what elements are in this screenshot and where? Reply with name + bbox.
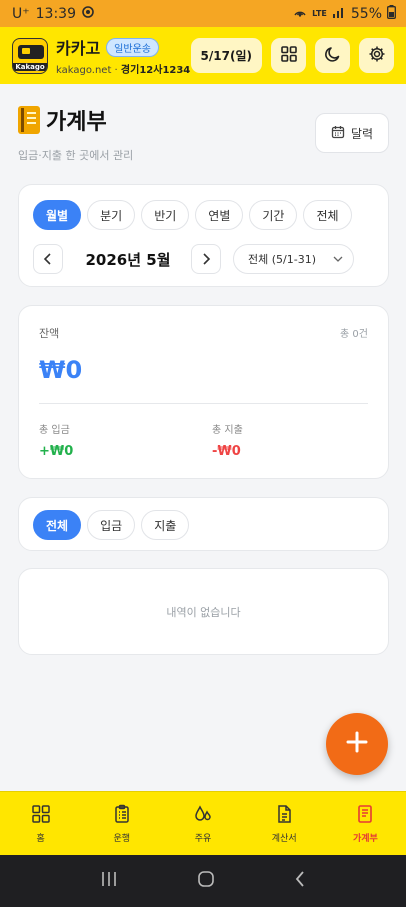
balance-value: ₩0 xyxy=(39,356,83,384)
nav-trips-label: 운행 xyxy=(113,833,131,844)
back-button[interactable] xyxy=(294,870,306,892)
chevron-left-icon xyxy=(43,250,53,269)
recent-apps-button[interactable] xyxy=(100,871,118,891)
nav-home[interactable]: 홈 xyxy=(0,792,81,855)
nav-ledger[interactable]: 가계부 xyxy=(325,792,406,855)
type-filter-tabs: 전체 입금 지출 xyxy=(33,510,190,540)
tab-monthly[interactable]: 월별 xyxy=(33,200,82,230)
plus-icon xyxy=(345,730,369,758)
signal-icon xyxy=(332,6,346,22)
tab-quarterly[interactable]: 분기 xyxy=(87,200,136,230)
clipboard-icon xyxy=(112,804,132,827)
calendar-button-label: 달력 xyxy=(350,126,374,141)
transaction-list: 내역이 없습니다 xyxy=(18,568,389,655)
site-label: kakago.net xyxy=(56,65,112,76)
hotspot-icon xyxy=(293,6,307,22)
filter-all[interactable]: 전체 xyxy=(33,510,82,540)
nav-trips[interactable]: 운행 xyxy=(81,792,162,855)
range-select[interactable]: 전체 (5/1-31) xyxy=(233,244,354,274)
plate-label: 경기12사1234 xyxy=(120,65,191,76)
fuel-drop-icon xyxy=(193,804,213,827)
period-tabs: 월별 분기 반기 연별 기간 전체 xyxy=(33,200,352,230)
settings-button[interactable] xyxy=(359,38,394,73)
brand-sub: kakago.net · 경기12사1234 xyxy=(56,65,191,76)
empty-state-text: 내역이 없습니다 xyxy=(166,605,241,619)
income-value: +₩0 xyxy=(39,444,74,459)
nav-ledger-label: 가계부 xyxy=(352,833,378,844)
nav-fuel[interactable]: 주유 xyxy=(162,792,243,855)
network-label: LTE xyxy=(312,8,327,18)
notebook-icon xyxy=(18,106,40,134)
divider xyxy=(39,403,368,404)
tab-all[interactable]: 전체 xyxy=(303,200,352,230)
document-icon xyxy=(274,804,294,827)
next-month-button[interactable] xyxy=(191,244,221,274)
battery-icon xyxy=(387,4,396,23)
menu-grid-button[interactable] xyxy=(271,38,306,73)
brand-name: 카카고 xyxy=(56,39,101,58)
nav-home-label: 홈 xyxy=(36,833,45,844)
logo-text: Kakago xyxy=(13,62,47,71)
clock: 13:39 xyxy=(35,5,76,22)
calendar-button[interactable]: 달력 xyxy=(315,113,389,153)
filter-income[interactable]: 입금 xyxy=(87,510,136,540)
status-bar: U⁺ 13:39 LTE 55% xyxy=(0,0,406,27)
tab-range[interactable]: 기간 xyxy=(249,200,298,230)
chevron-right-icon xyxy=(201,250,211,269)
dark-mode-button[interactable] xyxy=(315,38,350,73)
filter-expense[interactable]: 지출 xyxy=(141,510,190,540)
moon-icon xyxy=(324,45,342,67)
balance-label: 잔액 xyxy=(39,327,60,340)
prev-month-button[interactable] xyxy=(33,244,63,274)
app-logo: Kakago xyxy=(12,37,48,74)
tab-half-year[interactable]: 반기 xyxy=(141,200,190,230)
grid-icon xyxy=(280,45,298,67)
add-entry-button[interactable] xyxy=(326,713,388,775)
expense-value: -₩0 xyxy=(212,444,241,459)
income-label: 총 입금 xyxy=(39,425,70,436)
battery-label: 55% xyxy=(350,5,382,22)
page-title: 가계부 xyxy=(46,110,107,135)
transaction-count: 총 0건 xyxy=(340,329,368,340)
brand-block: 카카고 일반운송 kakago.net · 경기12사1234 xyxy=(56,35,190,76)
filter-card: 전체 입금 지출 xyxy=(18,497,389,551)
app-header: Kakago 카카고 일반운송 kakago.net · 경기12사1234 5… xyxy=(0,27,406,84)
date-button[interactable]: 5/17(일) xyxy=(190,38,262,73)
system-nav-bar xyxy=(0,855,406,907)
period-card: 월별 분기 반기 연별 기간 전체 2026년 5월 전체 (5/1-31) xyxy=(18,184,389,287)
range-select-value: 전체 (5/1-31) xyxy=(248,253,316,266)
nav-fuel-label: 주유 xyxy=(194,833,212,844)
home-grid-icon xyxy=(31,804,51,827)
carrier-label: U⁺ xyxy=(12,5,30,22)
gear-icon xyxy=(368,45,386,67)
tab-yearly[interactable]: 연별 xyxy=(195,200,244,230)
month-label: 2026년 5월 xyxy=(85,250,171,269)
calendar-icon xyxy=(331,125,345,142)
expense-label: 총 지출 xyxy=(212,425,243,436)
month-navigator: 2026년 5월 전체 (5/1-31) xyxy=(33,244,354,274)
notification-icon xyxy=(82,5,94,22)
home-button[interactable] xyxy=(197,870,215,892)
ledger-icon xyxy=(355,804,375,827)
nav-invoice-label: 계산서 xyxy=(271,833,297,844)
page-subtitle: 입금·지출 한 곳에서 관리 xyxy=(18,149,134,162)
nav-invoice[interactable]: 계산서 xyxy=(244,792,325,855)
service-badge: 일반운송 xyxy=(106,37,159,57)
bottom-nav: 홈 운행 주유 계산서 가계부 xyxy=(0,791,406,855)
balance-card: 잔액 총 0건 ₩0 총 입금 +₩0 총 지출 -₩0 xyxy=(18,305,389,479)
page-title-row: 가계부 xyxy=(18,104,107,136)
chevron-down-icon xyxy=(333,253,343,266)
